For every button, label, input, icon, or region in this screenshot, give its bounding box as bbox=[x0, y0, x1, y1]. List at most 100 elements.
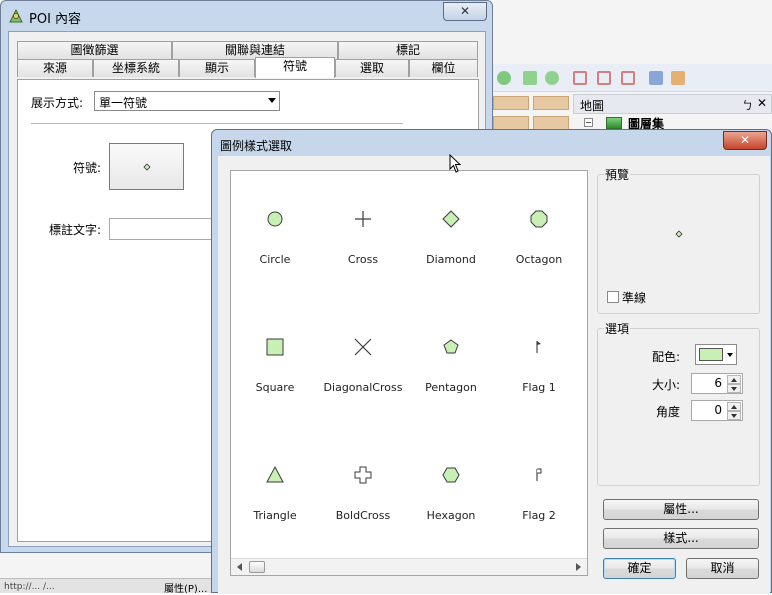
map-panel-header: 地圖 ㄅ ✕ bbox=[573, 94, 772, 114]
label-text-label: 標註文字: bbox=[49, 223, 102, 237]
symbol-name: Diamond bbox=[426, 253, 476, 266]
symbol-cell-pentagon[interactable]: Pentagon bbox=[407, 337, 495, 417]
preview-diamond-icon bbox=[675, 230, 683, 238]
ok-button[interactable]: 確定 bbox=[603, 558, 676, 579]
background-statusbar: http://... /... 屬性(P)... bbox=[0, 578, 213, 595]
cancel-button[interactable]: 取消 bbox=[686, 558, 759, 579]
poi-window-title: POI 內容 bbox=[29, 12, 82, 27]
select-icon[interactable] bbox=[573, 71, 587, 85]
symbol-name: DiagonalCross bbox=[323, 381, 403, 394]
edit-icon[interactable] bbox=[649, 71, 663, 85]
scroll-thumb[interactable] bbox=[249, 561, 265, 573]
bold-cross-icon bbox=[354, 466, 372, 484]
dialog-body: Circle Cross Diamond Octagon Square Diag… bbox=[218, 156, 770, 594]
symbol-name: Circle bbox=[259, 253, 291, 266]
close-icon[interactable]: ✕ bbox=[757, 96, 767, 110]
preview-label: 預覽 bbox=[604, 166, 631, 183]
tab-feature-filter[interactable]: 圖徵篩選 bbox=[17, 41, 172, 59]
symbol-name: Triangle bbox=[253, 509, 297, 522]
symbol-name: Hexagon bbox=[426, 509, 476, 522]
cross-icon bbox=[355, 211, 371, 227]
angle-label: 角度 bbox=[656, 405, 681, 419]
scroll-right-icon[interactable] bbox=[576, 563, 581, 571]
symbol-cell-cross[interactable]: Cross bbox=[319, 209, 407, 289]
hexagon-icon bbox=[442, 467, 460, 483]
map-panel-title: 地圖 bbox=[580, 99, 605, 113]
style-button[interactable]: 樣式... bbox=[603, 528, 759, 549]
poi-close-button[interactable]: ✕ bbox=[443, 2, 487, 21]
tab-labels[interactable]: 標記 bbox=[338, 41, 478, 59]
tab-fields[interactable]: 欄位 bbox=[409, 59, 478, 77]
color-picker[interactable] bbox=[695, 344, 737, 365]
size-label: 大小: bbox=[652, 378, 681, 392]
refresh-icon[interactable] bbox=[497, 71, 511, 85]
crosshair-checkbox[interactable] bbox=[607, 291, 619, 303]
symbol-name: Flag 1 bbox=[522, 381, 556, 394]
symbol-cell-flag-1[interactable]: Flag 1 bbox=[495, 337, 583, 417]
tab-display[interactable]: 顯示 bbox=[179, 59, 255, 77]
symbol-picker-button[interactable] bbox=[109, 143, 184, 190]
symbol-name: Pentagon bbox=[425, 381, 477, 394]
label-text-input[interactable] bbox=[109, 218, 219, 240]
poi-app-icon bbox=[9, 9, 23, 23]
tab-symbol[interactable]: 符號 bbox=[255, 57, 335, 78]
display-mode-dropdown[interactable]: 單一符號 bbox=[94, 91, 280, 111]
symbol-name: Octagon bbox=[515, 253, 563, 266]
size-stepper[interactable]: 6 bbox=[691, 373, 743, 394]
stepper-up-icon[interactable] bbox=[727, 375, 741, 384]
diamond-icon bbox=[143, 163, 151, 171]
symbol-cell-diamond[interactable]: Diamond bbox=[407, 209, 495, 289]
properties-button[interactable]: 屬性... bbox=[603, 499, 759, 520]
gallery-horizontal-scrollbar[interactable] bbox=[231, 558, 587, 575]
display-mode-label: 展示方式: bbox=[31, 96, 84, 110]
tab-row-bottom: 來源 坐標系統 顯示 符號 選取 欄位 bbox=[17, 57, 478, 78]
poi-title-bar[interactable]: POI 內容 ✕ bbox=[1, 1, 492, 31]
symbol-gallery[interactable]: Circle Cross Diamond Octagon Square Diag… bbox=[230, 170, 588, 576]
symbol-cell-square[interactable]: Square bbox=[231, 337, 319, 417]
pencil-icon[interactable] bbox=[671, 71, 685, 85]
chevron-down-icon bbox=[268, 98, 276, 103]
flag-2-icon bbox=[536, 468, 542, 481]
ellipse-icon[interactable] bbox=[545, 71, 559, 85]
stepper-down-icon[interactable] bbox=[727, 411, 741, 420]
symbol-name: Square bbox=[255, 381, 295, 394]
pin-icon[interactable]: ㄅ bbox=[742, 97, 753, 113]
tab-row-top: 圖徵篩選 關聯與連結 標記 bbox=[17, 41, 478, 59]
symbol-cell-bold-cross[interactable]: BoldCross bbox=[319, 465, 407, 545]
dialog-title: 圖例樣式選取 bbox=[220, 139, 293, 153]
symbol-cell-diagonal-cross[interactable]: DiagonalCross bbox=[319, 337, 407, 417]
tab-source[interactable]: 來源 bbox=[17, 59, 93, 77]
angle-value[interactable]: 0 bbox=[714, 403, 722, 417]
diagonal-cross-icon bbox=[354, 338, 372, 356]
size-value[interactable]: 6 bbox=[714, 376, 722, 390]
dialog-close-button[interactable]: ✕ bbox=[723, 131, 767, 150]
stepper-up-icon[interactable] bbox=[727, 402, 741, 411]
angle-stepper[interactable]: 0 bbox=[691, 400, 743, 421]
legend-style-dialog: 圖例樣式選取 ✕ Circle Cross Diamond Octagon Sq… bbox=[211, 129, 772, 594]
tab-coordinate-system[interactable]: 坐標系統 bbox=[93, 59, 179, 77]
symbol-name: BoldCross bbox=[335, 509, 391, 522]
rectangle-icon[interactable] bbox=[523, 71, 537, 85]
options-label: 選項 bbox=[604, 320, 631, 337]
status-url: http://... /... bbox=[4, 582, 55, 592]
collapse-icon[interactable]: − bbox=[584, 118, 593, 127]
color-label: 配色: bbox=[652, 350, 681, 364]
symbol-cell-flag-2[interactable]: Flag 2 bbox=[495, 465, 583, 545]
chevron-down-icon bbox=[727, 353, 733, 357]
select-add-icon[interactable] bbox=[597, 71, 611, 85]
symbol-cell-octagon[interactable]: Octagon bbox=[495, 209, 583, 289]
symbol-cell-triangle[interactable]: Triangle bbox=[231, 465, 319, 545]
symbol-label: 符號: bbox=[73, 161, 102, 175]
symbol-name: Cross bbox=[347, 253, 379, 266]
scroll-left-icon[interactable] bbox=[237, 563, 242, 571]
square-icon bbox=[266, 338, 284, 356]
symbol-cell-circle[interactable]: Circle bbox=[231, 209, 319, 289]
symbol-cell-hexagon[interactable]: Hexagon bbox=[407, 465, 495, 545]
tab-selection[interactable]: 選取 bbox=[335, 59, 409, 77]
background-toolbar bbox=[493, 64, 772, 92]
select-remove-icon[interactable] bbox=[621, 71, 635, 85]
pentagon-icon bbox=[443, 339, 459, 354]
stepper-down-icon[interactable] bbox=[727, 384, 741, 393]
symbol-name: Flag 2 bbox=[522, 509, 556, 522]
color-swatch bbox=[699, 348, 723, 361]
